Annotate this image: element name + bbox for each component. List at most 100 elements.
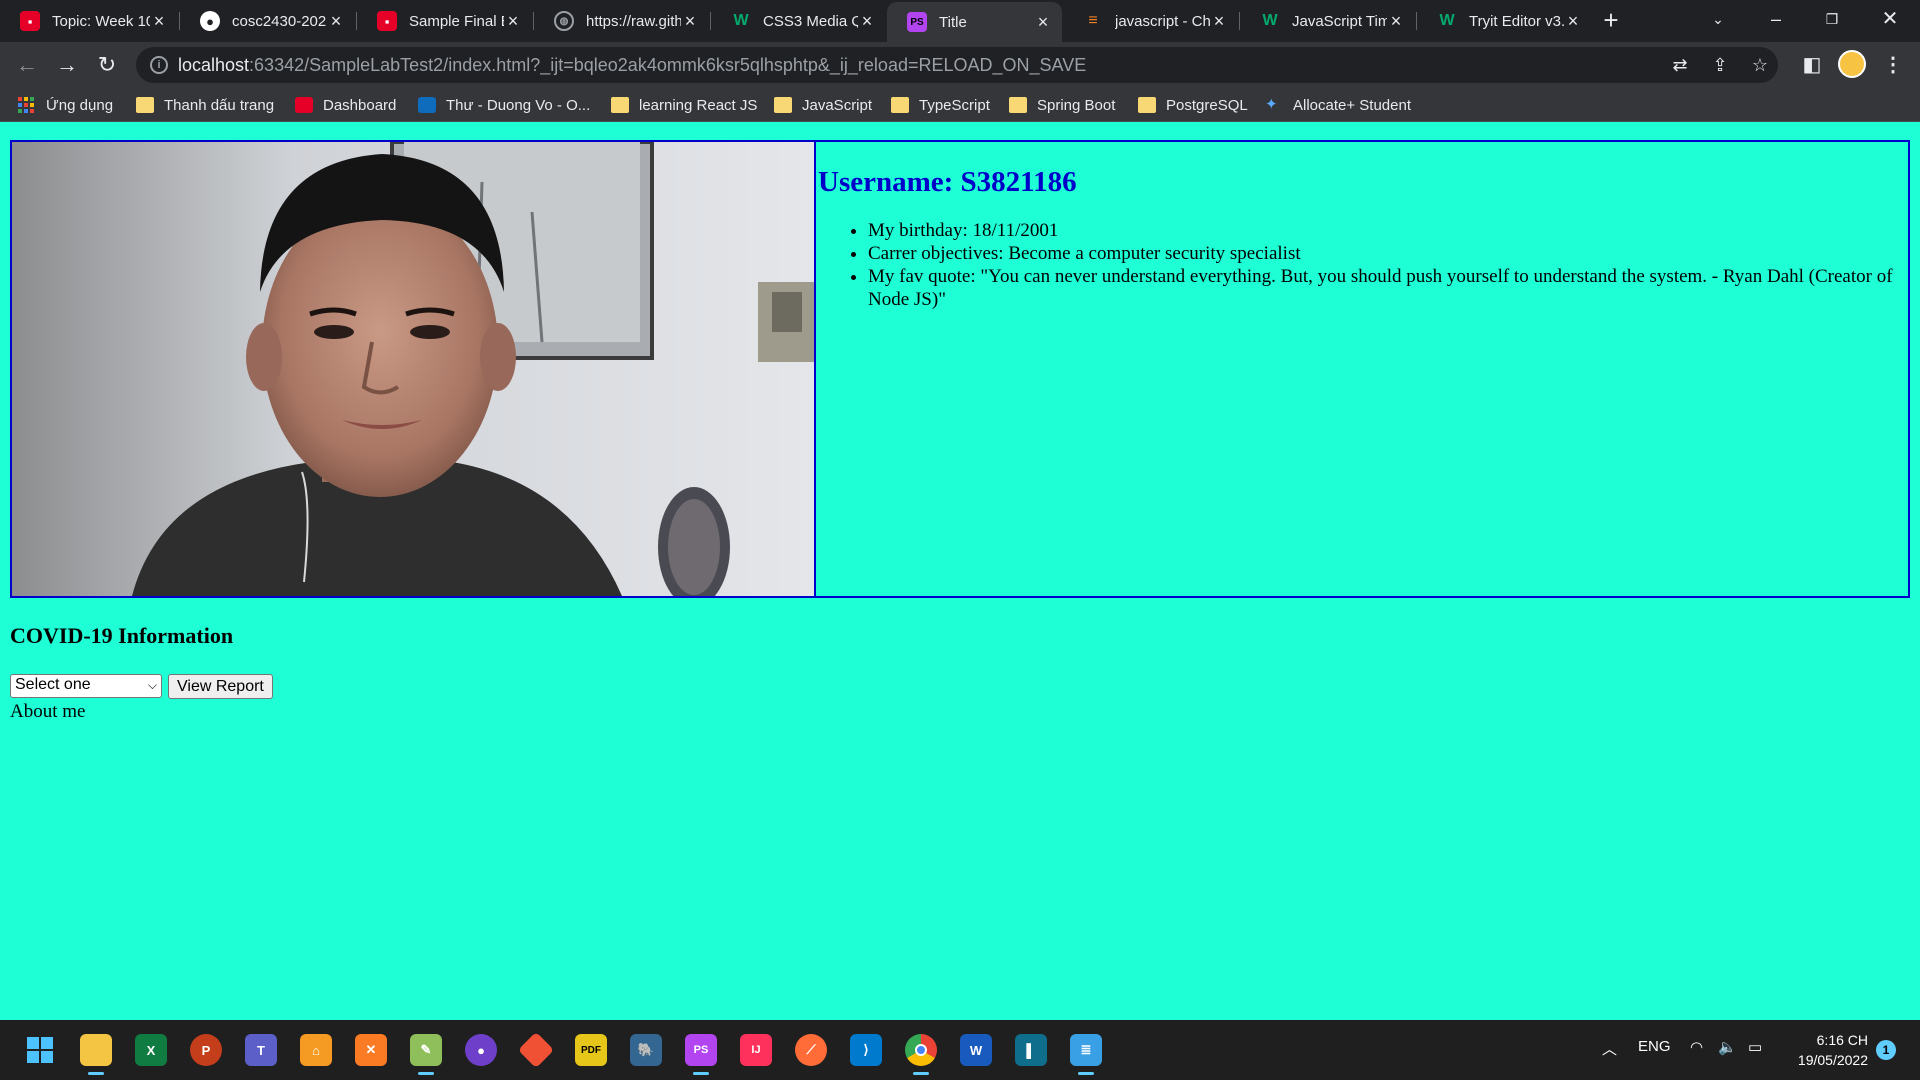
vscode-icon[interactable]: ⟩ (850, 1034, 882, 1066)
bookmark-outlook-mail[interactable]: Thư - Duong Vo - O... (418, 94, 590, 116)
close-icon[interactable]: × (150, 11, 168, 32)
bookmark-folder-react[interactable]: learning React JS (611, 94, 757, 116)
tab-raw-github[interactable]: ◍ https://raw.gith × (534, 0, 709, 42)
tab-cosc2430[interactable]: ● cosc2430-2022 × (180, 0, 355, 42)
volume-icon[interactable]: 🔈 (1718, 1038, 1737, 1056)
xampp-icon[interactable]: ✕ (355, 1034, 387, 1066)
close-icon[interactable]: × (1387, 11, 1405, 32)
folder-icon (611, 97, 629, 113)
select-value: Select one (15, 676, 91, 693)
minimize-icon[interactable]: – (1748, 0, 1804, 40)
new-tab-button[interactable]: + (1596, 6, 1626, 36)
close-icon[interactable]: × (1034, 12, 1052, 33)
pdf-icon[interactable]: PDF (575, 1034, 607, 1066)
username-heading: Username: S3821186 (818, 166, 1077, 198)
profile-table: Username: S3821186 My birthday: 18/11/20… (10, 140, 1910, 598)
sidebar-app-icon[interactable]: ▌ (1015, 1034, 1047, 1066)
close-icon[interactable]: × (1210, 11, 1228, 32)
rmit-icon (295, 97, 313, 113)
bookmark-label: Thư - Duong Vo - O... (446, 96, 591, 114)
bookmark-label: Thanh dấu trang (164, 96, 275, 114)
notification-badge[interactable]: 1 (1876, 1040, 1896, 1060)
list-item-career-objectives: Carrer objectives: Become a computer sec… (868, 242, 1908, 265)
wifi-icon[interactable]: ◠ (1690, 1038, 1703, 1056)
phpstorm-icon[interactable]: PS (685, 1034, 717, 1075)
side-panel-icon[interactable]: ◧ (1795, 48, 1829, 82)
tab-js-timing[interactable]: W JavaScript Tim × (1240, 0, 1415, 42)
windows-start-icon[interactable] (24, 1034, 56, 1066)
bookmark-allocate[interactable]: ✦ Allocate+ Student (1265, 94, 1411, 116)
menu-kebab-icon[interactable]: ⋮ (1876, 48, 1910, 82)
close-icon[interactable]: × (858, 11, 876, 32)
chevron-up-icon[interactable]: ︿ (1602, 1038, 1617, 1059)
word-icon[interactable]: W (960, 1034, 992, 1066)
mindmap-icon[interactable]: ⌂ (300, 1034, 332, 1066)
share-icon[interactable]: ⇪ (1706, 53, 1734, 77)
system-clock[interactable]: 6:16 CH 19/05/2022 (1776, 1030, 1868, 1070)
profile-photo (12, 142, 816, 596)
bookmark-apps[interactable]: Ứng dụng (18, 94, 113, 116)
bookmark-label: TypeScript (919, 96, 990, 114)
site-info-icon[interactable]: i (150, 56, 168, 74)
bookmark-folder-typescript[interactable]: TypeScript (891, 94, 990, 116)
forward-icon[interactable]: → (50, 48, 84, 82)
bookmark-label: learning React JS (639, 96, 758, 114)
tab-sample-final[interactable]: ▪ Sample Final E × (357, 0, 532, 42)
tab-css3-media[interactable]: W CSS3 Media Q × (711, 0, 886, 42)
close-icon[interactable]: × (681, 11, 699, 32)
battery-icon[interactable]: ▭ (1748, 1038, 1762, 1056)
covid-report-select[interactable]: Select one ⌵ (10, 674, 162, 698)
notepadpp-icon[interactable]: ✎ (410, 1034, 442, 1075)
powerpoint-icon[interactable]: P (190, 1034, 222, 1066)
phpstorm-icon: PS (907, 12, 927, 32)
tab-search-icon[interactable]: ⌄ (1690, 0, 1746, 40)
bookmark-folder-javascript[interactable]: JavaScript (774, 94, 872, 116)
about-me-link[interactable]: About me (10, 701, 85, 723)
bookmark-folder-spring-boot[interactable]: Spring Boot (1009, 94, 1115, 116)
tab-label: cosc2430-2022 (232, 12, 327, 30)
outlook-icon (418, 97, 436, 113)
tab-label: Topic: Week 10 (52, 12, 150, 30)
profile-info: Username: S3821186 My birthday: 18/11/20… (816, 142, 1908, 596)
excel-icon[interactable]: X (135, 1034, 167, 1066)
stackoverflow-icon: ≡ (1088, 12, 1098, 29)
view-report-button[interactable]: View Report (168, 674, 273, 699)
bookmark-label: Dashboard (323, 96, 397, 114)
bookmark-folder-postgresql[interactable]: PostgreSQL (1138, 94, 1248, 116)
file-explorer-icon[interactable] (80, 1034, 112, 1075)
bookmark-label: JavaScript (802, 96, 873, 114)
folder-icon (136, 97, 154, 113)
postgresql-icon[interactable]: 🐘 (630, 1034, 662, 1066)
tab-tryit-editor[interactable]: W Tryit Editor v3. × (1417, 0, 1592, 42)
back-icon[interactable]: ← (10, 48, 44, 82)
list-item-birthday: My birthday: 18/11/2001 (868, 219, 1908, 242)
close-icon[interactable]: × (1564, 11, 1582, 32)
postman-icon[interactable]: ⟋ (795, 1034, 827, 1066)
language-indicator[interactable]: ENG (1638, 1038, 1671, 1055)
github-icon: ● (200, 11, 220, 31)
reload-icon[interactable]: ↻ (90, 48, 124, 82)
bookmark-dashboard[interactable]: Dashboard (295, 94, 396, 116)
bookmark-folder-thanh-dau-trang[interactable]: Thanh dấu trang (136, 94, 274, 116)
teams-icon[interactable]: T (245, 1034, 277, 1066)
profile-avatar[interactable] (1838, 50, 1866, 78)
restore-icon[interactable]: ❐ (1804, 0, 1860, 40)
tab-title-active[interactable]: PS Title × (887, 2, 1062, 42)
translate-icon[interactable]: ⇄ (1666, 53, 1694, 77)
address-bar[interactable]: i localhost:63342/SampleLabTest2/index.h… (136, 47, 1778, 83)
git-icon[interactable] (517, 1031, 555, 1069)
bookmark-star-icon[interactable]: ☆ (1746, 53, 1774, 77)
intellij-icon[interactable]: IJ (740, 1034, 772, 1066)
tab-label: javascript - Ch (1115, 12, 1210, 30)
tab-topic-week[interactable]: ▪ Topic: Week 10 × (0, 0, 178, 42)
chrome-icon[interactable] (905, 1034, 937, 1075)
github-desktop-icon[interactable]: ● (465, 1034, 497, 1066)
allocate-icon: ✦ (1265, 96, 1278, 113)
notepad-icon[interactable]: ≣ (1070, 1034, 1102, 1075)
close-icon[interactable]: × (504, 11, 522, 32)
tab-label: https://raw.gith (586, 12, 681, 30)
close-icon[interactable]: × (327, 11, 345, 32)
tab-stackoverflow[interactable]: ≡ javascript - Ch × (1063, 0, 1238, 42)
address-url[interactable]: localhost:63342/SampleLabTest2/index.htm… (178, 55, 1086, 76)
window-close-icon[interactable]: ✕ (1862, 0, 1918, 40)
